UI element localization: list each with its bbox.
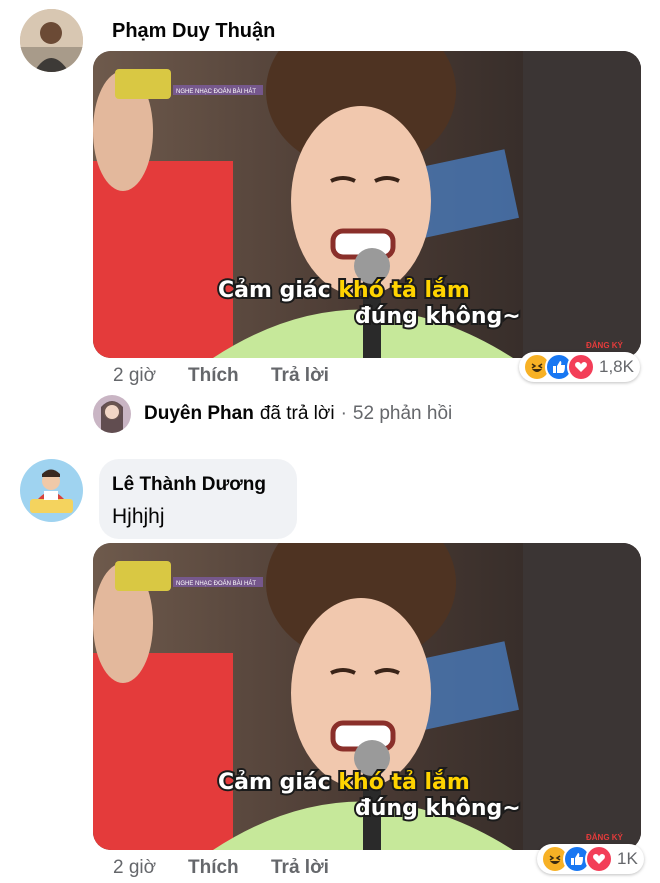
comment-author[interactable]: Lê Thành Dương [112,474,266,496]
comment-image[interactable]: NGHE NHẠC ĐOÁN BÀI HÁT Cảm giác khó tả l… [93,51,641,358]
reaction-count: 1,8K [599,357,634,376]
comment-time[interactable]: 2 giờ [113,857,188,879]
replier-avatar [93,395,131,433]
comment-time[interactable]: 2 giờ [113,365,188,387]
love-icon [567,353,595,381]
caption-yellow: khó tả lắm [338,277,469,303]
caption-line2: đúng không~ [355,796,521,821]
reaction-summary[interactable]: 1K [537,844,644,874]
show-tag: NGHE NHẠC ĐOÁN BÀI HÁT [176,580,256,587]
svg-text:Cảm giác khó tả lắm: Cảm giác khó tả lắm [218,769,470,795]
reply-separator: · [340,403,347,424]
caption-white: Cảm giác [218,770,338,795]
comment-image[interactable]: NGHE NHẠC ĐOÁN BÀI HÁT Cảm giác khó tả l… [93,543,641,850]
love-icon [585,845,613,873]
avatar-photo [20,9,83,72]
reply-button[interactable]: Trả lời [271,857,329,879]
comment-bubble: Lê Thành Dương Hjhjhj [99,459,297,539]
like-button[interactable]: Thích [188,365,271,387]
gif-frame: NGHE NHẠC ĐOÁN BÀI HÁT Cảm giác khó tả l… [93,543,641,850]
comment-actions: 2 giờ Thích Trả lời [113,365,329,387]
reply-action: đã trả lời [259,403,335,424]
comment-author[interactable]: Phạm Duy Thuận [112,20,275,43]
subscribe-label: ĐĂNG KÝ [586,341,624,350]
reaction-summary[interactable]: 1,8K [519,352,640,382]
reply-summary[interactable]: Duyên Phan đã trả lời · 52 phản hồi [93,395,452,433]
reaction-count: 1K [617,849,638,868]
avatar[interactable] [20,459,83,522]
gif-frame: NGHE NHẠC ĐOÁN BÀI HÁT Cảm giác khó tả l… [93,51,641,358]
like-button[interactable]: Thích [188,857,271,879]
reply-button[interactable]: Trả lời [271,365,329,387]
caption-line2: đúng không~ [355,304,521,329]
replier-name: Duyên Phan [144,403,254,424]
show-tag: NGHE NHẠC ĐOÁN BÀI HÁT [176,88,256,95]
caption-white: Cảm giác [218,278,338,303]
comment-actions: 2 giờ Thích Trả lời [113,857,329,879]
avatar[interactable] [20,9,83,72]
comment-text: Hjhjhj [112,505,165,528]
caption-yellow: khó tả lắm [338,769,469,795]
reply-count: 52 phản hồi [352,403,453,424]
subscribe-label: ĐĂNG KÝ [586,833,624,842]
svg-text:Cảm giác khó tả lắm: Cảm giác khó tả lắm [218,277,470,303]
avatar-photo [20,459,83,522]
